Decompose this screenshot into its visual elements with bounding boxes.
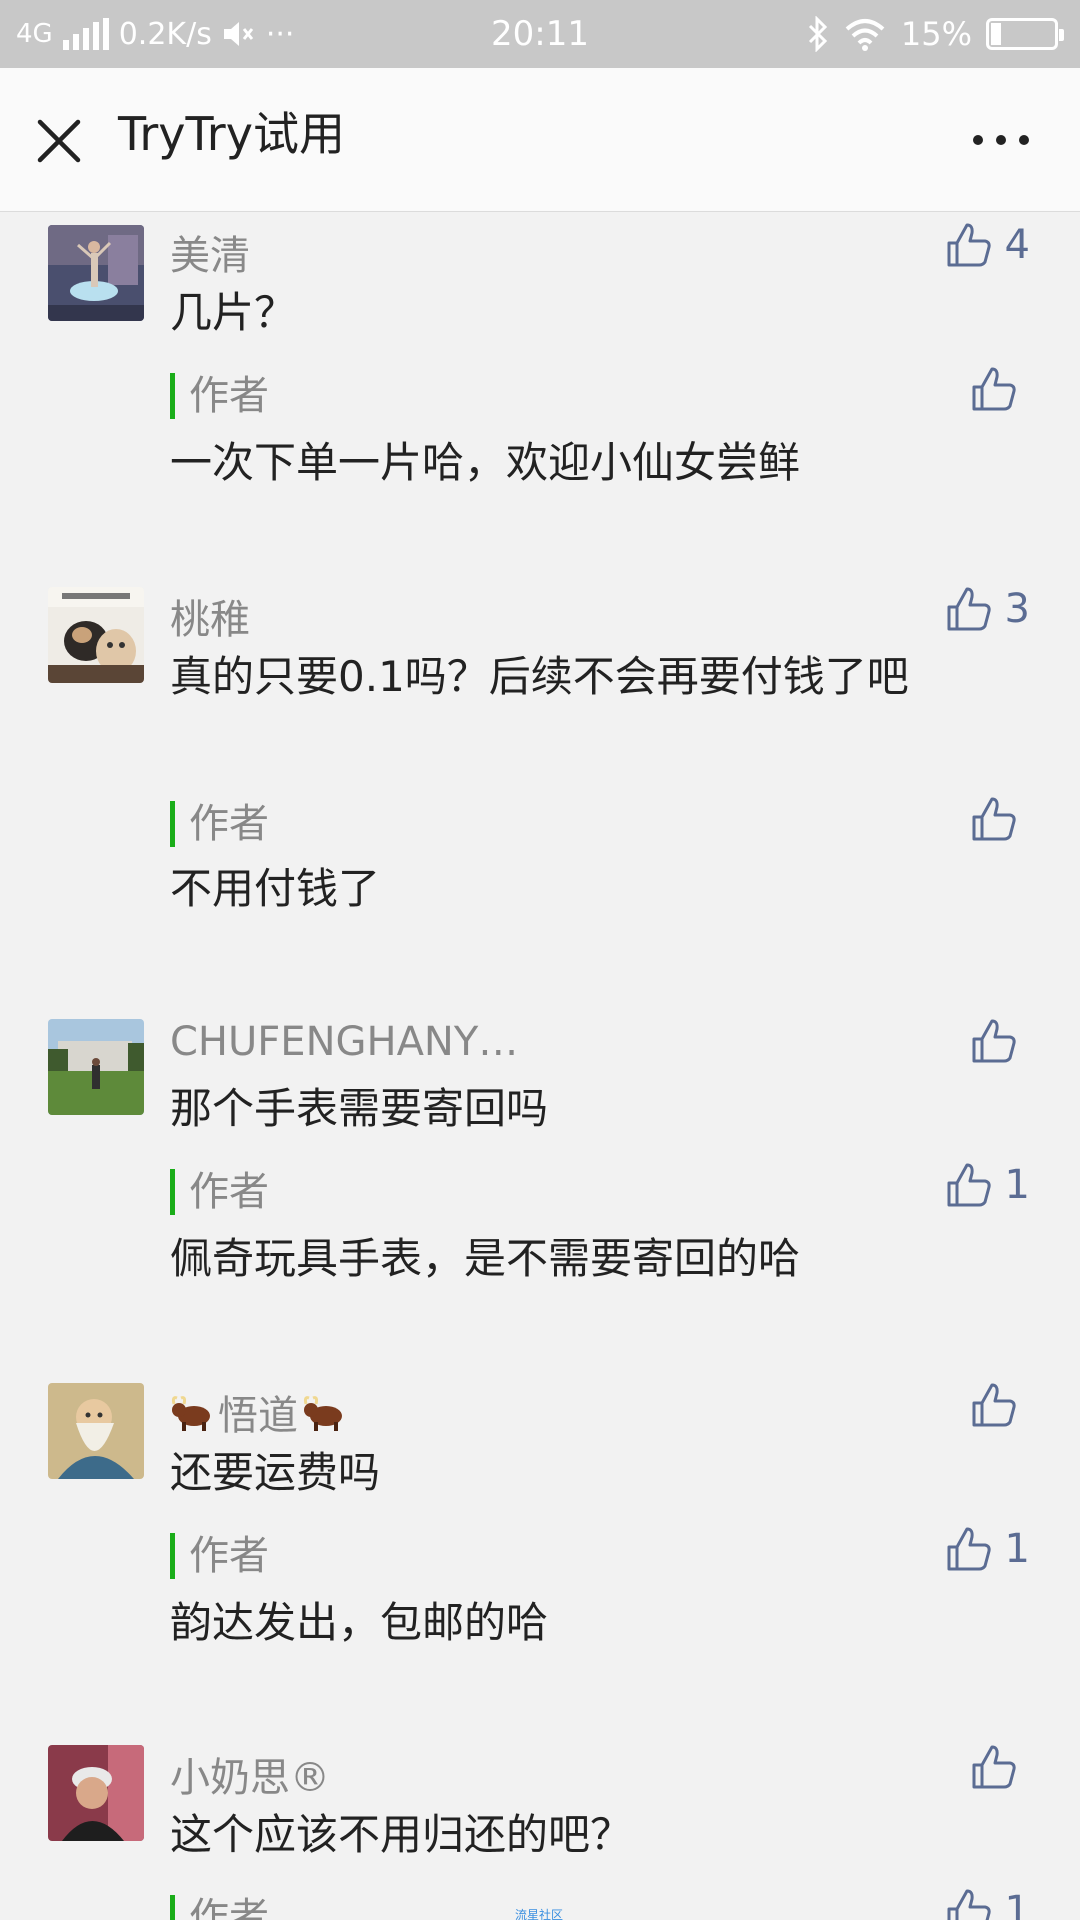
thumbs-up-icon xyxy=(947,1163,991,1207)
reply-like-count: 1 xyxy=(1004,1526,1030,1572)
author-reply-tag: 作者 xyxy=(170,1169,269,1215)
nav-bar: TryTry试用 xyxy=(0,68,1080,212)
comment-author-name: 悟道 xyxy=(218,1393,298,1439)
like-count: 4 xyxy=(1004,222,1030,268)
comment-author: 悟道 xyxy=(170,1383,346,1441)
like-button[interactable]: 3 xyxy=(945,585,1030,633)
watermark: 流星社区 xyxy=(515,1908,564,1920)
comment-author: 桃稚 xyxy=(170,597,250,643)
status-bar: 4G 0.2K/s ··· 20:11 15% xyxy=(0,0,1080,68)
comment-text: 还要运费吗 xyxy=(170,1448,381,1497)
more-icon[interactable] xyxy=(966,120,1036,160)
avatar[interactable] xyxy=(48,1019,144,1115)
like-button[interactable] xyxy=(970,1017,1030,1065)
reply-like-button[interactable]: 1 xyxy=(945,1887,1030,1920)
thumbs-up-icon xyxy=(947,1527,991,1571)
comment-text: 几片？ xyxy=(170,288,297,337)
reply-like-button[interactable]: 1 xyxy=(945,1525,1030,1573)
like-count: 3 xyxy=(1004,586,1030,632)
reply-text: 一次下单一片哈，欢迎小仙女尝鲜 xyxy=(170,438,801,487)
author-reply-tag: 作者 xyxy=(170,373,269,419)
thumbs-up-icon xyxy=(972,367,1016,411)
author-reply-tag: 作者 xyxy=(170,1533,269,1579)
author-reply-tag: 作者 xyxy=(170,1895,269,1920)
battery-icon xyxy=(986,18,1064,50)
status-right: 15% xyxy=(807,0,1064,68)
thumbs-up-icon xyxy=(972,1383,1016,1427)
comment-author: 美清 xyxy=(170,233,250,279)
comment-list: 美清 4 几片？ 作者 一次下单一片哈，欢迎小仙女尝鲜 桃稚 3 真的只要0.1… xyxy=(0,213,1080,1920)
battery-level xyxy=(991,23,1001,45)
close-icon[interactable] xyxy=(30,112,88,170)
comment-text: 这个应该不用归还的吧？ xyxy=(170,1810,633,1859)
bull-emoji-icon xyxy=(303,1396,342,1431)
comment-author: CHUFENGHANY… xyxy=(170,1019,519,1065)
wifi-icon xyxy=(845,19,885,51)
like-button[interactable] xyxy=(970,1381,1030,1429)
thumbs-up-icon xyxy=(972,1745,1016,1789)
page-title: TryTry试用 xyxy=(118,107,345,161)
battery-percent: 15% xyxy=(900,15,972,53)
like-button[interactable] xyxy=(970,1743,1030,1791)
comment-text: 真的只要0.1吗？后续不会再要付钱了吧 xyxy=(170,652,909,701)
thumbs-up-icon xyxy=(947,587,991,631)
thumbs-up-icon xyxy=(947,223,991,267)
reply-text: 不用付钱了 xyxy=(170,864,381,913)
reply-like-button[interactable] xyxy=(970,795,1030,843)
avatar[interactable] xyxy=(48,1383,144,1479)
avatar[interactable] xyxy=(48,587,144,683)
reply-text: 佩奇玩具手表，是不需要寄回的哈 xyxy=(170,1234,801,1283)
bluetooth-icon xyxy=(808,16,827,52)
reply-like-button[interactable] xyxy=(970,365,1030,413)
like-button[interactable]: 4 xyxy=(945,221,1030,269)
reply-text: 韵达发出，包邮的哈 xyxy=(170,1598,549,1647)
thumbs-up-icon xyxy=(972,797,1016,841)
bull-emoji-icon xyxy=(171,1396,210,1431)
reply-like-count: 1 xyxy=(1004,1888,1030,1920)
comment-author: 小奶思® xyxy=(170,1755,330,1801)
thumbs-up-icon xyxy=(947,1889,991,1920)
reply-like-button[interactable]: 1 xyxy=(945,1161,1030,1209)
thumbs-up-icon xyxy=(972,1019,1016,1063)
avatar[interactable] xyxy=(48,225,144,321)
author-reply-tag: 作者 xyxy=(170,801,269,847)
avatar[interactable] xyxy=(48,1745,144,1841)
comment-text: 那个手表需要寄回吗 xyxy=(170,1084,549,1133)
reply-like-count: 1 xyxy=(1004,1162,1030,1208)
